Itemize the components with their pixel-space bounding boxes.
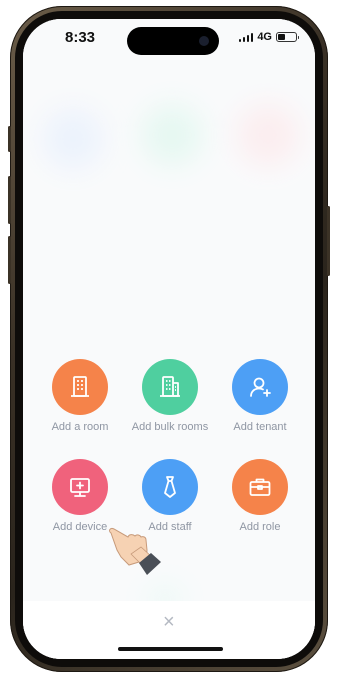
add-tenant-button[interactable]: Add tenant <box>215 359 305 449</box>
phone-frame: 8:33 4G Add a room Add bulk rooms Add te… <box>8 6 330 672</box>
signal-icon <box>238 32 254 42</box>
add-room-button[interactable]: Add a room <box>35 359 125 449</box>
bottom-bar: × <box>23 601 315 659</box>
add-actions-grid: Add a room Add bulk rooms Add tenant Add… <box>35 359 305 559</box>
camera-icon <box>199 36 209 46</box>
user-plus-icon <box>232 359 288 415</box>
network-type: 4G <box>257 31 272 43</box>
tie-icon <box>142 459 198 515</box>
home-indicator[interactable] <box>118 647 223 651</box>
buildings-icon <box>142 359 198 415</box>
status-time: 8:33 <box>65 29 96 46</box>
status-indicators: 4G <box>238 31 299 43</box>
dynamic-island <box>127 27 219 55</box>
screen: 8:33 4G Add a room Add bulk rooms Add te… <box>23 19 315 659</box>
menu-overlay[interactable] <box>23 19 315 659</box>
add-bulk-rooms-button[interactable]: Add bulk rooms <box>125 359 215 449</box>
mute-switch <box>8 126 11 152</box>
close-icon[interactable]: × <box>163 611 175 634</box>
actions-row-1: Add a room Add bulk rooms Add tenant <box>35 359 305 449</box>
volume-up-button <box>8 176 11 224</box>
add-tenant-label: Add tenant <box>233 421 287 433</box>
add-device-label: Add device <box>52 521 108 533</box>
briefcase-icon <box>232 459 288 515</box>
add-bulk-rooms-label: Add bulk rooms <box>131 421 209 433</box>
battery-icon <box>276 32 299 42</box>
monitor-plus-icon <box>52 459 108 515</box>
actions-row-2: Add device Add staff Add role <box>35 459 305 549</box>
add-role-button[interactable]: Add role <box>215 459 305 549</box>
add-role-label: Add role <box>239 521 281 533</box>
building-icon <box>52 359 108 415</box>
power-button <box>327 206 330 276</box>
volume-down-button <box>8 236 11 284</box>
pointing-hand-icon <box>105 519 169 584</box>
add-room-label: Add a room <box>51 421 109 433</box>
